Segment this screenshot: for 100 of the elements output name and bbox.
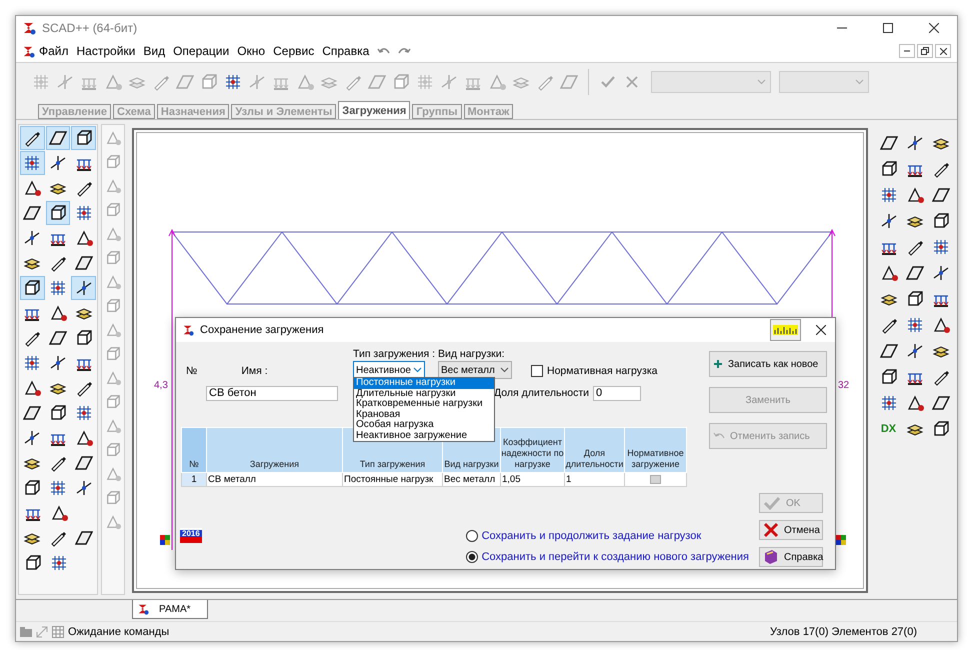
grid-icon <box>23 354 42 372</box>
dropdown-option[interactable]: Постоянные нагрузки <box>354 378 494 388</box>
cube-icon <box>880 160 898 178</box>
grid-icon <box>416 72 434 90</box>
column-header: Коэффициент надежности по нагрузке <box>500 428 564 472</box>
document-tab[interactable]: РАМА* <box>132 600 208 619</box>
cube-icon <box>105 442 121 458</box>
dialog-button[interactable]: Записать как новое <box>709 351 827 377</box>
dialog-button[interactable]: Справка <box>759 547 823 567</box>
node-icon <box>105 226 121 242</box>
radio-button[interactable] <box>466 551 478 563</box>
color-marker-icon <box>160 535 170 545</box>
menu-item[interactable]: Операции <box>169 42 234 60</box>
menu-item[interactable]: Окно <box>233 42 270 60</box>
cube-icon <box>906 290 924 308</box>
plate-icon <box>49 129 67 147</box>
chevron-down-icon <box>757 78 766 84</box>
cube-icon <box>105 202 121 218</box>
radio-label[interactable]: Сохранить и продолжить задание нагрузок <box>482 530 702 542</box>
menu-item[interactable]: Справка <box>318 42 374 60</box>
tool-button[interactable]: DX <box>876 416 901 441</box>
node-icon <box>105 130 121 146</box>
cube-icon <box>105 298 121 314</box>
menu-item[interactable]: Сервис <box>269 42 318 60</box>
dialog-title: Сохранение загружения <box>200 324 324 336</box>
close-icon <box>816 325 826 335</box>
duration-input[interactable]: 0 <box>593 386 642 400</box>
column-header: Нормативное загружение <box>624 428 686 472</box>
column-header: № <box>182 428 206 472</box>
radio-label[interactable]: Сохранить и перейти к созданию нового загружения <box>482 551 749 563</box>
ruler-icon <box>773 325 798 335</box>
pencil-icon <box>49 254 67 272</box>
checkbox[interactable] <box>531 365 543 377</box>
plate-icon <box>932 394 950 412</box>
plate-icon <box>49 329 67 347</box>
tool-button[interactable] <box>20 126 45 150</box>
cross-icon <box>906 134 924 152</box>
grid-icon <box>23 154 42 172</box>
app-logo-icon <box>182 324 194 336</box>
checkbox[interactable] <box>650 474 661 484</box>
cube-icon <box>932 212 950 230</box>
plate-icon <box>23 204 42 222</box>
node-icon <box>105 274 121 290</box>
name-input[interactable]: СВ бетон <box>206 386 338 400</box>
plate-icon <box>368 72 386 90</box>
tab[interactable]: Загружения <box>338 101 410 119</box>
cube-icon <box>105 394 121 410</box>
status-message: Ожидание команды <box>68 626 170 638</box>
menu-item[interactable]: Вид <box>139 42 170 60</box>
menu-item[interactable]: Настройки <box>72 42 140 60</box>
grid-icon <box>880 394 898 412</box>
cube-icon <box>49 204 67 222</box>
close-button[interactable] <box>935 44 951 58</box>
node-icon <box>23 379 42 397</box>
redo-icon[interactable] <box>397 46 412 56</box>
undo-icon[interactable] <box>377 46 392 56</box>
grid-icon <box>224 72 242 90</box>
close-icon <box>929 23 939 33</box>
tool-button[interactable] <box>46 126 70 150</box>
undo-icon <box>713 431 725 441</box>
load-kind-select[interactable]: Вес металл <box>438 361 512 379</box>
tool-button[interactable] <box>71 276 96 300</box>
cube-icon <box>932 420 950 438</box>
pencil-icon <box>49 454 67 472</box>
tool-button[interactable] <box>46 201 70 225</box>
tool-button[interactable] <box>71 126 96 150</box>
plate-icon <box>23 404 42 422</box>
plate-icon <box>880 134 898 152</box>
dimension-label: 32 <box>838 380 850 391</box>
menu-item[interactable]: Файл <box>35 42 73 60</box>
tool-button[interactable] <box>20 276 45 300</box>
cube-icon <box>105 250 121 266</box>
close-icon <box>940 48 946 54</box>
minimize-button[interactable] <box>899 44 915 58</box>
app-logo-icon <box>137 603 149 615</box>
cube-icon <box>105 346 121 362</box>
app-logo-icon <box>22 21 36 35</box>
cross-icon <box>906 342 924 360</box>
field-label: Доля длительности <box>494 387 590 399</box>
radio-button[interactable] <box>466 530 478 542</box>
plate-icon <box>74 454 93 472</box>
table-cell: 1 <box>182 472 206 486</box>
node-icon <box>105 418 121 434</box>
table-cell: 1 <box>564 472 624 486</box>
dialog-button[interactable]: Отмена <box>759 520 823 540</box>
window-title: SCAD++ (64-бит) <box>42 21 138 35</box>
table-cell: Постоянные нагрузк <box>342 472 442 486</box>
field-label: Вид нагрузки: <box>438 348 505 360</box>
grid-icon <box>906 316 924 334</box>
ruler-button[interactable] <box>770 319 801 341</box>
cube-icon <box>24 554 42 572</box>
node-icon <box>49 304 67 322</box>
grid-icon <box>880 186 898 204</box>
cross-icon <box>49 154 67 172</box>
restore-button[interactable] <box>917 44 933 58</box>
cube-icon <box>74 129 93 147</box>
column-header: Доля длительности <box>564 428 624 472</box>
checkbox-label: Нормативная нагрузка <box>547 365 658 377</box>
table-cell: СВ металл <box>206 472 342 486</box>
close-icon <box>625 74 639 88</box>
